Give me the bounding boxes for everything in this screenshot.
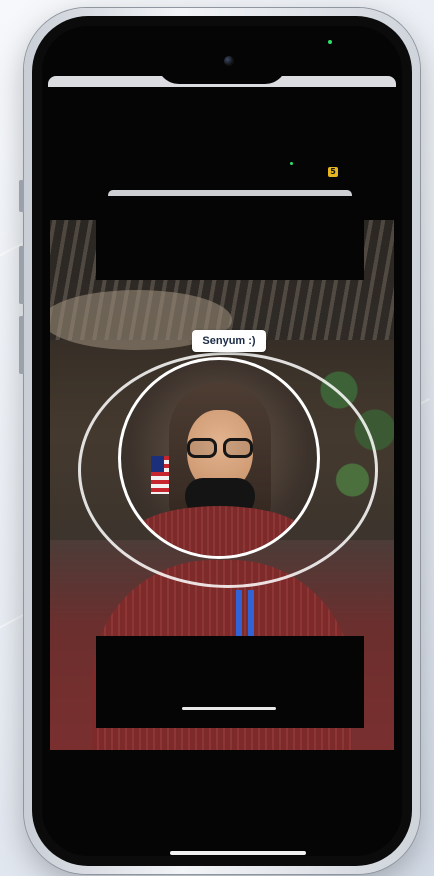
inner-status-indicator-dot — [290, 162, 293, 165]
side-button-volume-up — [19, 246, 24, 304]
side-button-volume-down — [19, 316, 24, 374]
subject-shirt-collar — [131, 506, 307, 556]
notch — [157, 26, 287, 84]
smile-prompt-label: Senyum :) — [192, 330, 266, 352]
status-indicator-dot — [328, 40, 332, 44]
home-indicator[interactable] — [170, 851, 306, 855]
inner-top-bar — [108, 190, 352, 196]
inner-preview-top: 5 — [96, 152, 364, 280]
screen-edge-band-left — [42, 26, 50, 856]
camera-icon — [224, 56, 234, 66]
face-capture-circle — [118, 357, 320, 559]
side-button-mute — [19, 180, 24, 212]
inner-preview-bottom — [96, 636, 364, 728]
inner-status-badge: 5 — [328, 167, 338, 177]
glasses-lens-right — [223, 438, 253, 458]
glasses-lens-left — [187, 438, 217, 458]
screen-edge-band-right — [394, 26, 402, 856]
inner-home-indicator — [182, 707, 276, 710]
subject-glasses — [183, 438, 257, 460]
